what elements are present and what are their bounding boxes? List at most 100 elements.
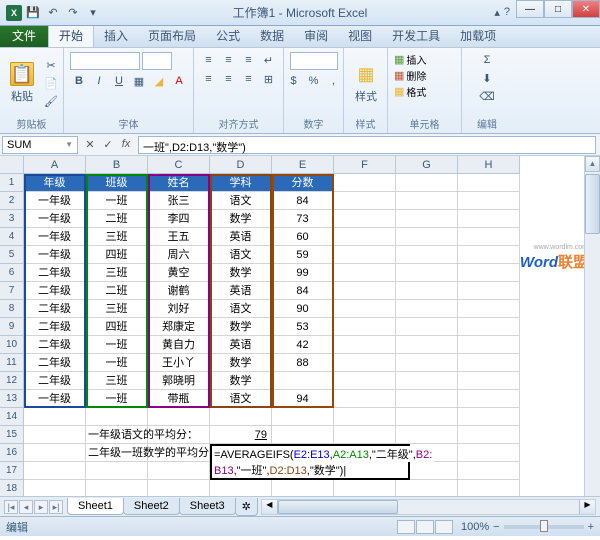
col-header[interactable]: A <box>24 156 86 174</box>
cell[interactable]: 一年级 <box>24 192 86 210</box>
cell[interactable]: 班级 <box>86 174 148 192</box>
worksheet-grid[interactable]: ABCDEFGH 123456789101112131415161718 年级班… <box>0 156 600 496</box>
scroll-right-button[interactable]: ▶ <box>579 500 595 514</box>
cell[interactable]: 一年级 <box>24 390 86 408</box>
cell[interactable] <box>24 462 86 480</box>
font-size-select[interactable] <box>142 52 172 70</box>
row-header[interactable]: 17 <box>0 462 24 480</box>
view-break-button[interactable] <box>435 520 453 534</box>
name-box[interactable]: SUM ▼ <box>2 136 78 154</box>
sheet-nav-first[interactable]: |◂ <box>4 500 18 514</box>
view-layout-button[interactable] <box>416 520 434 534</box>
cell[interactable]: 42 <box>272 336 334 354</box>
cell[interactable]: 84 <box>272 282 334 300</box>
cell[interactable]: 二年级 <box>24 282 86 300</box>
cell[interactable]: 语文 <box>210 390 272 408</box>
cell[interactable]: 语文 <box>210 192 272 210</box>
cell[interactable]: 三班 <box>86 264 148 282</box>
cell[interactable]: 53 <box>272 318 334 336</box>
cell[interactable] <box>458 210 520 228</box>
row-header[interactable]: 3 <box>0 210 24 228</box>
minimize-button[interactable]: — <box>516 0 544 18</box>
file-tab[interactable]: 文件 <box>0 24 48 47</box>
fill-color-button[interactable]: ◢ <box>150 73 168 89</box>
zoom-out-button[interactable]: − <box>493 521 499 533</box>
cell[interactable] <box>334 264 396 282</box>
align-bot-button[interactable]: ≡ <box>240 52 258 68</box>
cell[interactable]: 三班 <box>86 300 148 318</box>
row-header[interactable]: 1 <box>0 174 24 192</box>
format-button[interactable]: ▦格式 <box>394 84 426 99</box>
align-center-button[interactable]: ≡ <box>220 71 238 87</box>
row-header[interactable]: 18 <box>0 480 24 496</box>
cell[interactable] <box>396 246 458 264</box>
row-headers[interactable]: 123456789101112131415161718 <box>0 174 24 496</box>
cell[interactable]: 一班 <box>86 192 148 210</box>
zoom-in-button[interactable]: + <box>588 521 594 533</box>
cell[interactable]: 刘好 <box>148 300 210 318</box>
cell[interactable] <box>24 408 86 426</box>
cell[interactable]: 二班 <box>86 282 148 300</box>
cell[interactable]: 数学 <box>210 354 272 372</box>
number-format-select[interactable] <box>290 52 338 70</box>
cell[interactable]: 姓名 <box>148 174 210 192</box>
sheet-tab-2[interactable]: Sheet2 <box>123 498 180 515</box>
row-header[interactable]: 2 <box>0 192 24 210</box>
cell[interactable] <box>396 264 458 282</box>
cell[interactable] <box>396 336 458 354</box>
maximize-button[interactable]: □ <box>544 0 572 18</box>
cell[interactable]: 99 <box>272 264 334 282</box>
cell[interactable] <box>396 318 458 336</box>
percent-button[interactable]: % <box>305 73 323 89</box>
cell[interactable] <box>210 480 272 496</box>
accept-formula-button[interactable]: ✓ <box>100 138 116 151</box>
cell[interactable] <box>210 408 272 426</box>
tab-formulas[interactable]: 公式 <box>206 24 250 47</box>
cell[interactable]: 一年级 <box>24 228 86 246</box>
row-header[interactable]: 6 <box>0 264 24 282</box>
cell[interactable]: 分数 <box>272 174 334 192</box>
paste-button[interactable]: 📋 粘贴 <box>6 60 38 106</box>
cell[interactable] <box>86 480 148 496</box>
cell[interactable] <box>458 462 520 480</box>
cell[interactable] <box>458 408 520 426</box>
tab-addins[interactable]: 加载项 <box>450 24 506 47</box>
cell[interactable]: 李四 <box>148 210 210 228</box>
border-button[interactable]: ▦ <box>130 73 148 89</box>
tab-insert[interactable]: 插入 <box>94 24 138 47</box>
cell[interactable] <box>458 426 520 444</box>
cell[interactable]: 一年级 <box>24 210 86 228</box>
cell[interactable] <box>24 444 86 462</box>
cell[interactable]: 王小丫 <box>148 354 210 372</box>
fill-button[interactable]: ⬇ <box>478 70 496 86</box>
cell[interactable]: 二年级 <box>24 336 86 354</box>
font-family-select[interactable] <box>70 52 140 70</box>
clear-button[interactable]: ⌫ <box>478 88 496 104</box>
cell[interactable] <box>458 264 520 282</box>
col-header[interactable]: G <box>396 156 458 174</box>
cell[interactable] <box>396 480 458 496</box>
sheet-tab-3[interactable]: Sheet3 <box>179 498 236 515</box>
cell[interactable] <box>334 318 396 336</box>
cell[interactable] <box>396 408 458 426</box>
row-header[interactable]: 13 <box>0 390 24 408</box>
cell[interactable]: 周六 <box>148 246 210 264</box>
cell[interactable]: 90 <box>272 300 334 318</box>
cell[interactable] <box>148 444 210 462</box>
cell[interactable] <box>458 192 520 210</box>
cell[interactable]: 60 <box>272 228 334 246</box>
vertical-scrollbar[interactable]: ▲ <box>584 156 600 496</box>
scroll-left-button[interactable]: ◀ <box>262 500 278 514</box>
scroll-thumb[interactable] <box>585 174 600 234</box>
row-header[interactable]: 9 <box>0 318 24 336</box>
zoom-slider[interactable] <box>504 525 584 529</box>
cell[interactable]: 88 <box>272 354 334 372</box>
cancel-formula-button[interactable]: ✕ <box>82 138 98 151</box>
tab-data[interactable]: 数据 <box>250 24 294 47</box>
row-header[interactable]: 10 <box>0 336 24 354</box>
tab-layout[interactable]: 页面布局 <box>138 24 206 47</box>
view-normal-button[interactable] <box>397 520 415 534</box>
cell[interactable] <box>148 462 210 480</box>
cell[interactable] <box>396 426 458 444</box>
sheet-nav-next[interactable]: ▸ <box>34 500 48 514</box>
